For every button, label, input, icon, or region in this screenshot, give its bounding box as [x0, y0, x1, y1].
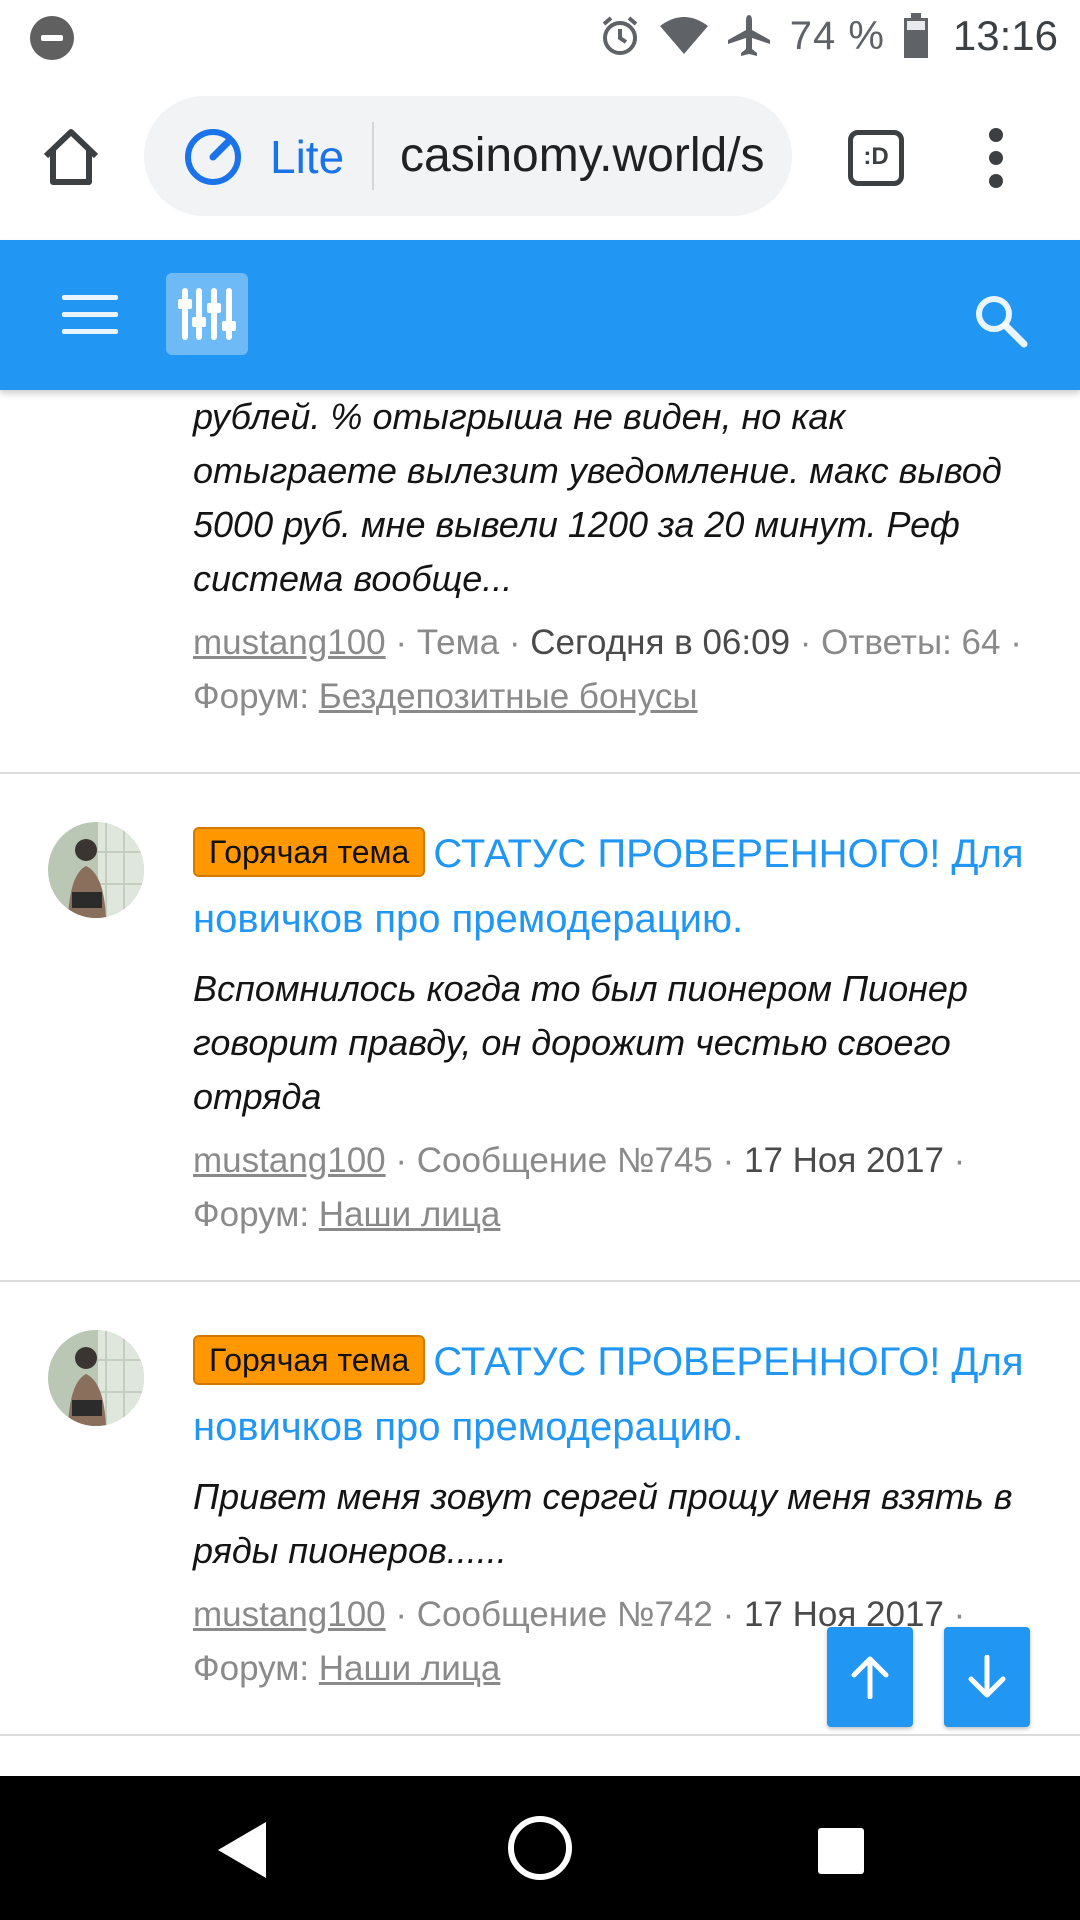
back-icon[interactable]	[216, 1820, 268, 1880]
lite-speed-icon	[184, 128, 242, 186]
result-body: Горячая тема СТАТУС ПРОВЕРЕННОГО! Для нов…	[193, 822, 1043, 1242]
avatar[interactable]	[48, 1330, 144, 1426]
search-results: рублей. % отыгрыша не виден, но как отыг…	[0, 390, 1080, 1776]
clock: 13:16	[952, 12, 1058, 59]
result-snippet: рублей. % отыгрыша не виден, но как отыг…	[193, 396, 1002, 599]
avatar[interactable]	[48, 822, 144, 918]
filter-icon[interactable]	[166, 273, 248, 355]
result-snippet: Привет меня зовут сергей прощу меня взят…	[193, 1476, 1013, 1571]
home-icon[interactable]	[36, 122, 106, 192]
hot-topic-badge: Горячая тема	[193, 1335, 426, 1385]
scroll-down-button[interactable]	[944, 1627, 1030, 1727]
forum-link[interactable]: Наши лица	[319, 1649, 501, 1688]
home-circle-icon[interactable]	[506, 1814, 574, 1882]
lite-label: Lite	[270, 131, 345, 183]
forum-link[interactable]: Бездепозитные бонусы	[319, 677, 698, 716]
result-type: Тема	[416, 623, 500, 662]
author-link[interactable]: mustang100	[193, 1595, 386, 1634]
battery-icon	[903, 13, 929, 59]
forum-link[interactable]: Наши лица	[319, 1195, 501, 1234]
author-link[interactable]: mustang100	[193, 623, 386, 662]
result-meta: mustang100 · Тема · Сегодня в 06:09 · От…	[193, 616, 1043, 724]
result-body: Горячая тема СТАТУС ПРОВЕРЕННОГО! Для нов…	[193, 1330, 1043, 1696]
site-header	[0, 240, 1080, 390]
result-meta: mustang100 · Сообщение №742 · 17 Ноя 201…	[193, 1588, 1043, 1696]
post-number: · Сообщение №745 ·	[385, 1141, 744, 1180]
divider	[0, 1734, 1080, 1736]
browser-toolbar: Lite casinomy.world/s :D	[0, 72, 1080, 240]
do-not-disturb-icon	[30, 16, 74, 60]
meta-separator: ·	[499, 623, 531, 662]
url-bar[interactable]: Lite casinomy.world/s	[144, 96, 792, 216]
system-nav-bar	[0, 1776, 1080, 1920]
result-snippet: Вспомнилось когда то был пионером Пионер…	[193, 968, 968, 1117]
more-vert-icon[interactable]	[984, 128, 1008, 188]
recents-icon[interactable]	[818, 1828, 864, 1874]
arrow-down-icon	[968, 1655, 1006, 1698]
author-link[interactable]: mustang100	[193, 1141, 386, 1180]
status-bar: 74 % 13:16	[0, 0, 1080, 72]
tab-switcher-icon[interactable]: :D	[848, 130, 904, 186]
divider	[0, 1280, 1080, 1282]
meta-separator: ·	[385, 623, 417, 662]
result-date: Сегодня в 06:09	[530, 623, 791, 662]
status-icons: 74 % 13:16	[598, 8, 1058, 64]
airplane-icon	[726, 13, 772, 59]
wifi-icon	[659, 16, 708, 56]
url-divider	[372, 122, 374, 190]
hamburger-menu-icon[interactable]	[62, 295, 118, 335]
divider	[0, 772, 1080, 774]
post-number: · Сообщение №742 ·	[385, 1595, 744, 1634]
result-title[interactable]: Горячая тема СТАТУС ПРОВЕРЕННОГО! Для нов…	[193, 822, 1043, 952]
result-item-partial: рублей. % отыгрыша не виден, но как отыг…	[193, 390, 1043, 724]
battery-percent: 74 %	[789, 13, 885, 58]
url-text[interactable]: casinomy.world/s	[400, 128, 770, 183]
arrow-up-icon	[851, 1656, 889, 1699]
result-meta: mustang100 · Сообщение №745 · 17 Ноя 201…	[193, 1134, 1043, 1242]
hot-topic-badge: Горячая тема	[193, 827, 426, 877]
result-title[interactable]: Горячая тема СТАТУС ПРОВЕРЕННОГО! Для нов…	[193, 1330, 1043, 1460]
scroll-up-button[interactable]	[827, 1627, 913, 1727]
search-icon[interactable]	[970, 290, 1030, 350]
alarm-icon	[598, 14, 642, 58]
result-date: 17 Ноя 2017	[743, 1141, 944, 1180]
